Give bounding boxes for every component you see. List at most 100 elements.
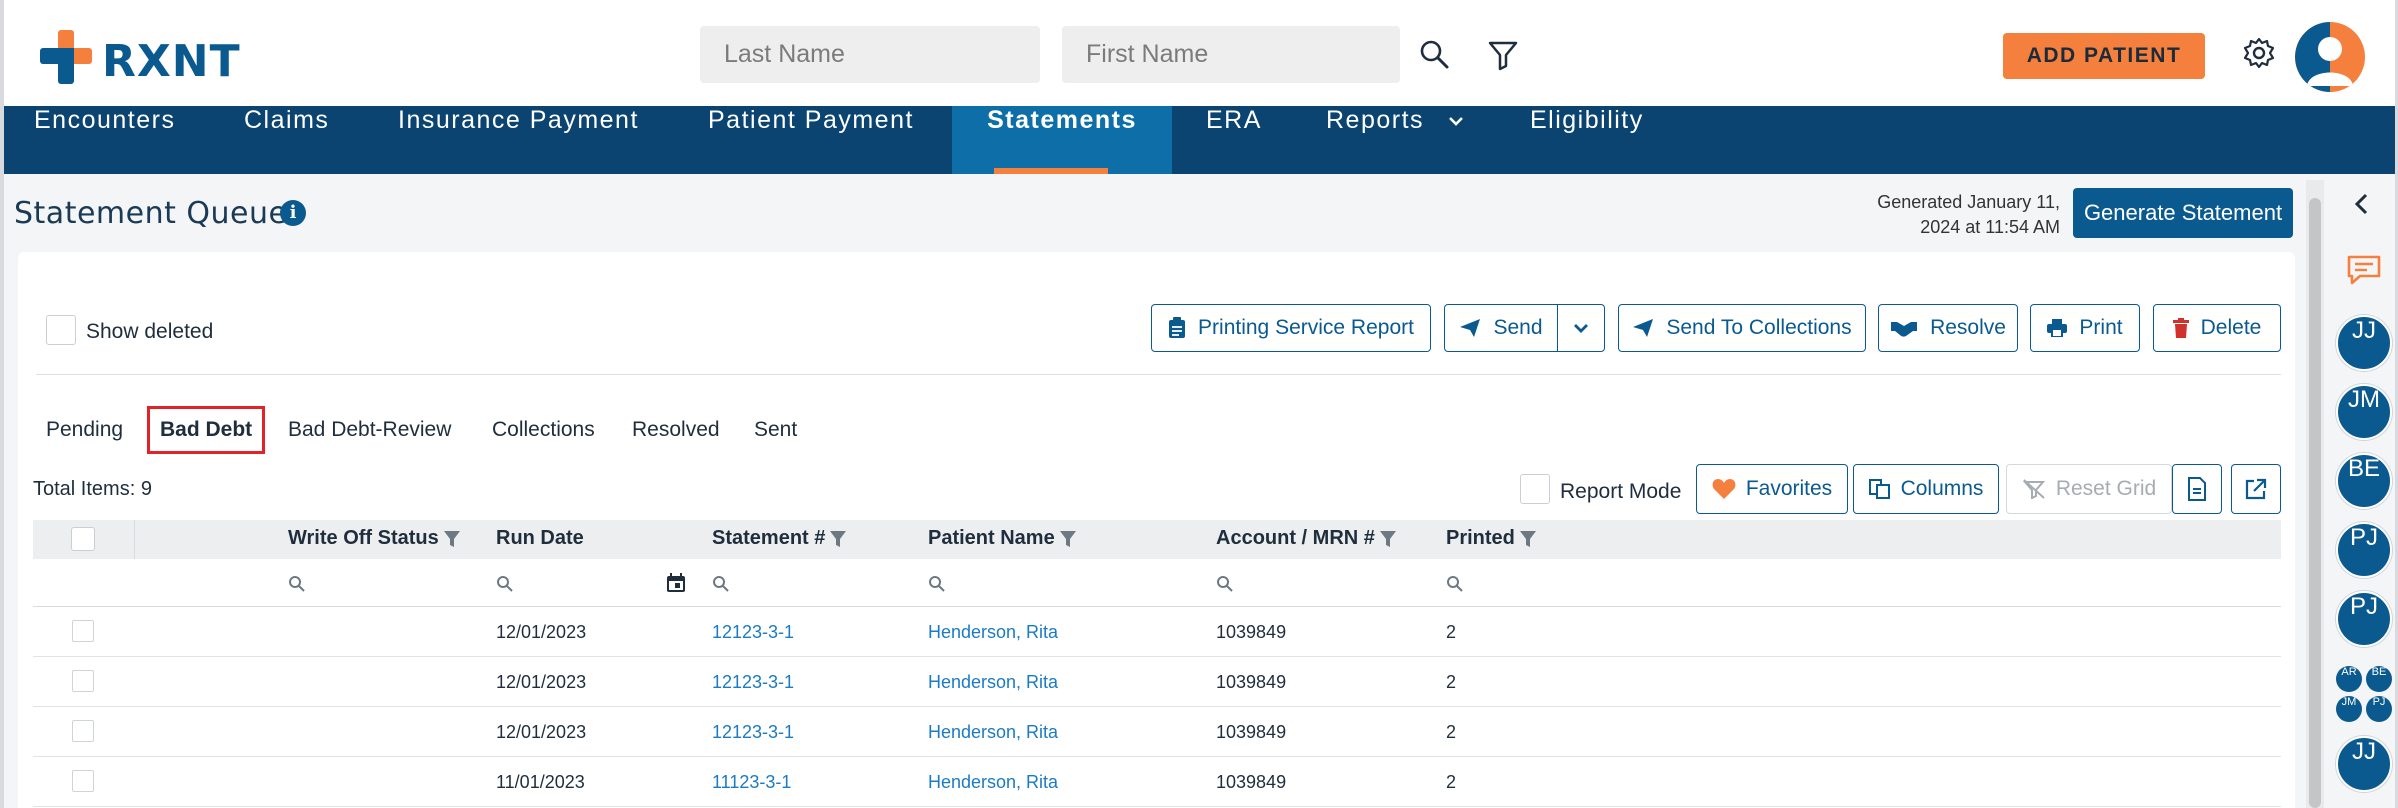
last-name-input[interactable] [700, 26, 1040, 83]
calendar-icon[interactable] [666, 573, 686, 593]
table-row[interactable]: 12/01/2023 12123-3-1 Henderson, Rita 103… [33, 657, 2281, 707]
rail-group-avatar[interactable]: PJ [2366, 696, 2392, 722]
filter-icon[interactable] [1486, 38, 1520, 72]
cell-patient-name-link[interactable]: Henderson, Rita [928, 672, 1058, 693]
reset-grid-label: Reset Grid [2055, 477, 2157, 500]
row-checkbox[interactable] [72, 620, 94, 642]
cell-patient-name-link[interactable]: Henderson, Rita [928, 722, 1058, 743]
send-dropdown-button[interactable] [1557, 304, 1605, 352]
select-all-checkbox[interactable] [71, 527, 95, 551]
column-header-write-off-status-label: Write Off Status [288, 527, 439, 549]
chevron-down-icon [1448, 117, 1463, 127]
rail-avatar[interactable]: PJ [2336, 522, 2392, 578]
search-icon[interactable] [1418, 38, 1452, 72]
table-row[interactable]: 11/01/2023 11123-3-1 Henderson, Rita 103… [33, 757, 2281, 807]
nav-encounters[interactable]: Encounters [34, 106, 175, 174]
send-to-collections-button[interactable]: Send To Collections [1618, 304, 1866, 352]
resolve-button[interactable]: Resolve [1878, 304, 2018, 352]
column-header-statement[interactable]: Statement # [712, 527, 847, 550]
column-header-printed[interactable]: Printed [1446, 527, 1537, 550]
page-scrollbar-thumb[interactable] [2309, 198, 2321, 808]
open-external-button[interactable] [2231, 464, 2281, 514]
column-header-account-mrn[interactable]: Account / MRN # [1216, 527, 1397, 550]
nav-eligibility[interactable]: Eligibility [1530, 106, 1644, 174]
column-header-patient-name[interactable]: Patient Name [928, 527, 1077, 550]
columns-button[interactable]: Columns [1853, 464, 1999, 514]
cell-run-date: 11/01/2023 [496, 772, 585, 792]
rail-avatar[interactable]: JM [2336, 384, 2392, 440]
column-header-account-mrn-label: Account / MRN # [1216, 527, 1375, 549]
generated-line-1: Generated January 11, [1877, 192, 2060, 212]
column-filter-icon[interactable] [1059, 530, 1077, 548]
tab-bad-debt[interactable]: Bad Debt [146, 406, 266, 454]
tab-sent[interactable]: Sent [754, 418, 797, 442]
nav-insurance-payment[interactable]: Insurance Payment [398, 106, 639, 174]
first-name-input[interactable] [1062, 26, 1400, 83]
tab-pending[interactable]: Pending [46, 418, 123, 442]
grid-header: Write Off Status Run Date Statement # Pa… [33, 520, 2281, 607]
rail-avatar[interactable]: PJ [2336, 591, 2392, 647]
rxnt-logo[interactable]: RXNT [40, 30, 240, 87]
row-checkbox[interactable] [72, 770, 94, 792]
delete-button[interactable]: Delete [2153, 304, 2281, 352]
cell-statement-link[interactable]: 12123-3-1 [712, 622, 794, 643]
generated-line-2: 2024 at 11:54 AM [1920, 217, 2060, 237]
search-icon[interactable] [1446, 575, 1464, 593]
rail-group-avatar[interactable]: AR [2336, 666, 2362, 692]
cell-statement-link[interactable]: 12123-3-1 [712, 672, 794, 693]
printing-service-report-button[interactable]: Printing Service Report [1151, 304, 1431, 352]
delete-label: Delete [2200, 316, 2262, 339]
rail-group-avatar[interactable]: JM [2336, 696, 2362, 722]
column-filter-icon[interactable] [1519, 530, 1537, 548]
table-row[interactable]: 12/01/2023 12123-3-1 Henderson, Rita 103… [33, 607, 2281, 657]
favorites-button[interactable]: Favorites [1696, 464, 1848, 514]
cell-patient-name-link[interactable]: Henderson, Rita [928, 772, 1058, 793]
right-rail: JJ JM BE PJ PJ AR BE JM PJ JJ [2324, 174, 2395, 808]
column-filter-icon[interactable] [1379, 530, 1397, 548]
report-mode-checkbox[interactable] [1520, 474, 1550, 504]
cell-statement-link[interactable]: 12123-3-1 [712, 722, 794, 743]
info-icon[interactable]: i [280, 200, 306, 226]
nav-statements[interactable]: Statements [952, 106, 1172, 174]
search-icon[interactable] [496, 575, 514, 593]
chat-icon[interactable] [2346, 254, 2382, 286]
nav-claims[interactable]: Claims [244, 106, 329, 174]
add-patient-button[interactable]: ADD PATIENT [2003, 33, 2205, 79]
columns-icon [1868, 479, 1890, 499]
column-filter-icon[interactable] [829, 530, 847, 548]
user-avatar[interactable] [2295, 22, 2365, 92]
table-row[interactable]: 12/01/2023 12123-3-1 Henderson, Rita 103… [33, 707, 2281, 757]
cell-statement-link[interactable]: 11123-3-1 [712, 772, 791, 793]
print-button[interactable]: Print [2030, 304, 2140, 352]
rail-group-avatar[interactable]: BE [2366, 666, 2392, 692]
column-header-write-off-status[interactable]: Write Off Status [288, 527, 461, 550]
nav-era[interactable]: ERA [1206, 106, 1262, 174]
rail-avatar[interactable]: JJ [2336, 315, 2392, 371]
row-checkbox[interactable] [72, 670, 94, 692]
search-icon[interactable] [288, 575, 306, 593]
columns-label: Columns [1900, 477, 1984, 500]
export-document-button[interactable] [2172, 464, 2222, 514]
paper-plane-icon [1460, 319, 1481, 337]
top-bar: RXNT ADD PATIENT [4, 0, 2395, 106]
rail-avatar[interactable]: BE [2336, 453, 2392, 509]
tab-bad-debt-review[interactable]: Bad Debt-Review [288, 418, 451, 442]
gear-icon[interactable] [2242, 36, 2276, 70]
nav-reports[interactable]: Reports [1326, 106, 1465, 174]
column-filter-icon[interactable] [443, 530, 461, 548]
column-header-run-date[interactable]: Run Date [496, 527, 584, 550]
tab-resolved[interactable]: Resolved [632, 418, 720, 442]
tab-collections[interactable]: Collections [492, 418, 595, 442]
search-icon[interactable] [1216, 575, 1234, 593]
search-icon[interactable] [712, 575, 730, 593]
chevron-left-icon[interactable] [2352, 192, 2372, 216]
generate-statement-button[interactable]: Generate Statement [2073, 188, 2293, 238]
row-checkbox[interactable] [72, 720, 94, 742]
show-deleted-checkbox[interactable] [46, 315, 76, 345]
search-icon[interactable] [928, 575, 946, 593]
nav-patient-payment[interactable]: Patient Payment [708, 106, 914, 174]
rail-avatar[interactable]: JJ [2336, 736, 2392, 792]
send-button[interactable]: Send [1444, 304, 1558, 352]
cell-patient-name-link[interactable]: Henderson, Rita [928, 622, 1058, 643]
reset-grid-button[interactable]: Reset Grid [2006, 464, 2172, 514]
